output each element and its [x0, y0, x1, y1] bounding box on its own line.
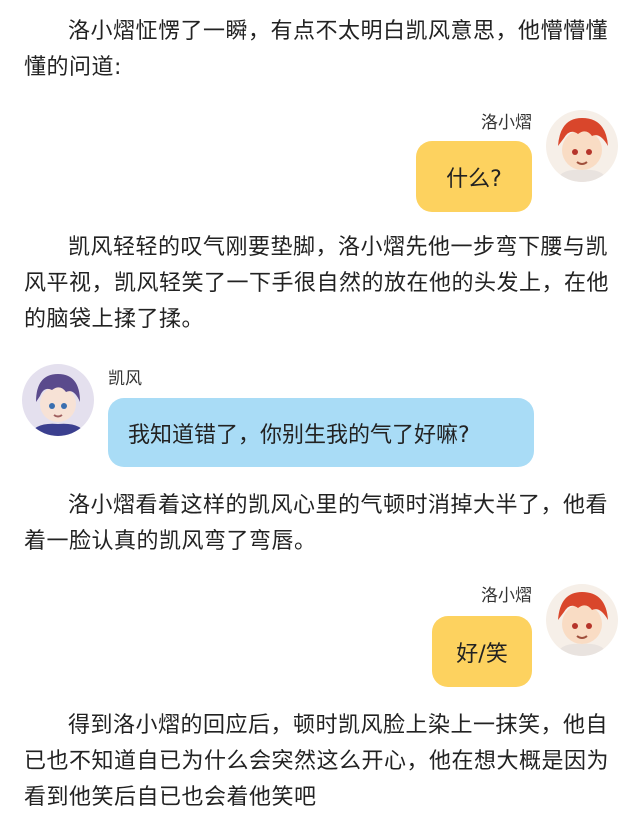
- sender-name: 凯风: [108, 369, 142, 389]
- purple-hair-boy-avatar: [22, 364, 94, 436]
- message-text: 我知道错了，你别生我的气了好嘛?: [128, 422, 470, 448]
- red-hair-boy-avatar: [546, 110, 618, 182]
- story-paragraph: 凯风轻轻的叹气刚要垫脚，洛小熠先他一步弯下腰与凯风平视，凯风轻笑了一下手很自然的…: [24, 235, 610, 332]
- message-text: 好/笑: [456, 641, 508, 667]
- message-bubble: 我知道错了，你别生我的气了好嘛?: [108, 398, 534, 467]
- message-bubble: 什么?: [416, 141, 532, 212]
- message-bubble: 好/笑: [432, 616, 532, 687]
- story-paragraph: 洛小熠怔愣了一瞬，有点不太明白凯风意思，他懵懵懂懂的问道:: [24, 19, 609, 80]
- sender-name: 洛小熠: [481, 586, 532, 606]
- red-hair-boy-avatar: [546, 584, 618, 656]
- message-text: 什么?: [446, 166, 502, 192]
- story-paragraph: 得到洛小熠的回应后，顿时凯风脸上染上一抹笑，他自已也不知道自已为什么会突然这么开…: [24, 713, 610, 810]
- story-paragraph: 洛小熠看着这样的凯风心里的气顿时消掉大半了，他看着一脸认真的凯风弯了弯唇。: [24, 493, 609, 554]
- sender-name: 洛小熠: [481, 113, 532, 133]
